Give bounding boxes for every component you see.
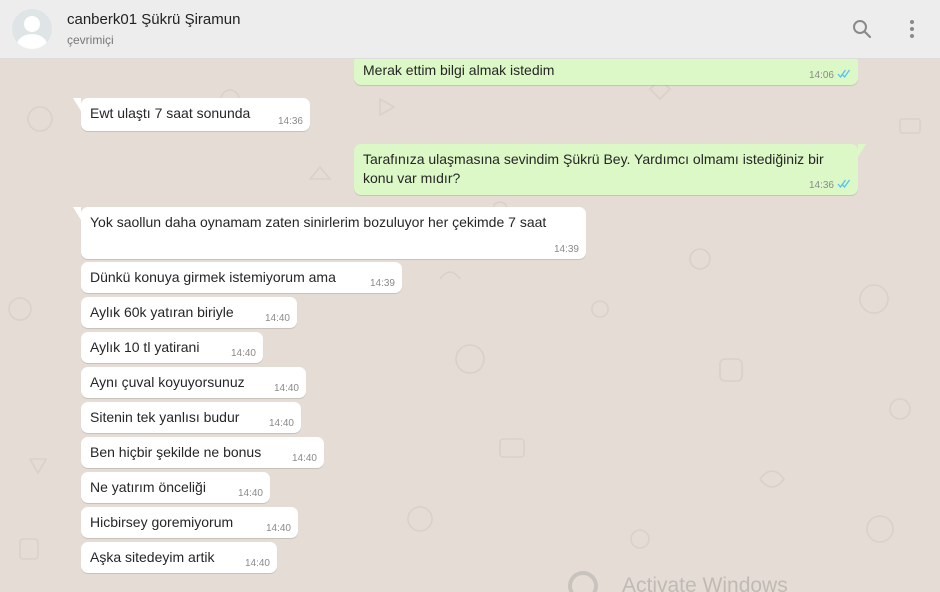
double-check-read-icon xyxy=(837,69,851,82)
message-timestamp: 14:06 xyxy=(808,69,834,81)
message-bubble-incoming[interactable]: Ben hiçbir şekilde ne bonus 14:40 xyxy=(81,437,324,468)
message-bubble-incoming[interactable]: Aşka sitedeyim artik 14:40 xyxy=(81,542,277,573)
activate-windows-watermark: Activate Windows xyxy=(568,571,788,592)
avatar[interactable] xyxy=(12,9,52,49)
message-text: Aynı çuval koyuyorsunuz xyxy=(90,374,245,390)
message-bubble-incoming[interactable]: Aylık 10 tl yatirani 14:40 xyxy=(81,332,263,363)
message-timestamp: 14:39 xyxy=(369,278,395,289)
message-timestamp: 14:40 xyxy=(273,383,299,394)
message-timestamp: 14:36 xyxy=(277,116,303,127)
bubble-tail xyxy=(73,98,81,111)
message-bubble-incoming[interactable]: Ne yatırım önceliği 14:40 xyxy=(81,472,270,503)
message-text: Hicbirsey goremiyorum xyxy=(90,514,234,530)
contact-name: canberk01 Şükrü Şiramun xyxy=(67,10,241,28)
message-text: Merak ettim bilgi almak istedim xyxy=(363,62,555,78)
message-text: Aşka sitedeyim artik xyxy=(90,549,215,565)
message-bubble-outgoing[interactable]: Merak ettim bilgi almak istedim 14:06 xyxy=(354,59,858,85)
watermark-text: Activate Windows xyxy=(622,574,788,592)
message-text: Ne yatırım önceliği xyxy=(90,479,206,495)
bubble-tail xyxy=(858,144,866,157)
message-timestamp: 14:40 xyxy=(237,488,263,499)
message-bubble-incoming[interactable]: Dünkü konuya girmek istemiyorum ama 14:3… xyxy=(81,262,402,293)
message-bubble-incoming[interactable]: Sitenin tek yanlısı budur 14:40 xyxy=(81,402,301,433)
message-timestamp: 14:40 xyxy=(265,523,291,534)
message-text: Yok saollun daha oynamam zaten sinirleri… xyxy=(90,214,547,230)
message-time: 14:36 xyxy=(809,179,851,192)
message-bubble-incoming[interactable]: Hicbirsey goremiyorum 14:40 xyxy=(81,507,298,538)
menu-icon[interactable] xyxy=(898,15,926,43)
message-timestamp: 14:39 xyxy=(553,244,579,255)
message-timestamp: 14:40 xyxy=(244,558,270,569)
message-text: Aylık 10 tl yatirani xyxy=(90,339,200,355)
double-check-read-icon xyxy=(837,179,851,192)
message-text: Aylık 60k yatıran biriyle xyxy=(90,304,234,320)
message-text: Tarafınıza ulaşmasına sevindim Şükrü Bey… xyxy=(363,151,824,186)
contact-status: çevrimiçi xyxy=(67,32,114,47)
message-text: Ewt ulaştı 7 saat sonunda xyxy=(90,105,251,121)
message-bubble-incoming[interactable]: Aylık 60k yatıran biriyle 14:40 xyxy=(81,297,297,328)
message-time: 14:06 xyxy=(809,69,851,82)
message-bubble-incoming[interactable]: Yok saollun daha oynamam zaten sinirleri… xyxy=(73,207,586,259)
message-bubble-incoming[interactable]: Ewt ulaştı 7 saat sonunda 14:36 xyxy=(73,98,310,131)
message-timestamp: 14:40 xyxy=(291,453,317,464)
message-timestamp: 14:40 xyxy=(230,348,256,359)
message-timestamp: 14:40 xyxy=(264,313,290,324)
bubble-tail xyxy=(73,207,81,220)
message-text: Sitenin tek yanlısı budur xyxy=(90,409,240,425)
message-timestamp: 14:40 xyxy=(268,418,294,429)
message-bubble-incoming[interactable]: Aynı çuval koyuyorsunuz 14:40 xyxy=(81,367,306,398)
chat-header: canberk01 Şükrü Şiramun çevrimiçi xyxy=(0,0,940,59)
message-bubble-outgoing[interactable]: Tarafınıza ulaşmasına sevindim Şükrü Bey… xyxy=(354,144,866,195)
contact-info[interactable]: canberk01 Şükrü Şiramun çevrimiçi xyxy=(67,10,826,49)
message-timestamp: 14:36 xyxy=(808,179,834,191)
message-text: Dünkü konuya girmek istemiyorum ama xyxy=(90,269,336,285)
search-icon[interactable] xyxy=(848,15,876,43)
default-avatar-icon xyxy=(17,16,47,49)
chat-panel[interactable]: Merak ettim bilgi almak istedim 14:06 Ew… xyxy=(0,59,940,592)
message-text: Ben hiçbir şekilde ne bonus xyxy=(90,444,262,460)
watermark-icon xyxy=(568,571,598,592)
